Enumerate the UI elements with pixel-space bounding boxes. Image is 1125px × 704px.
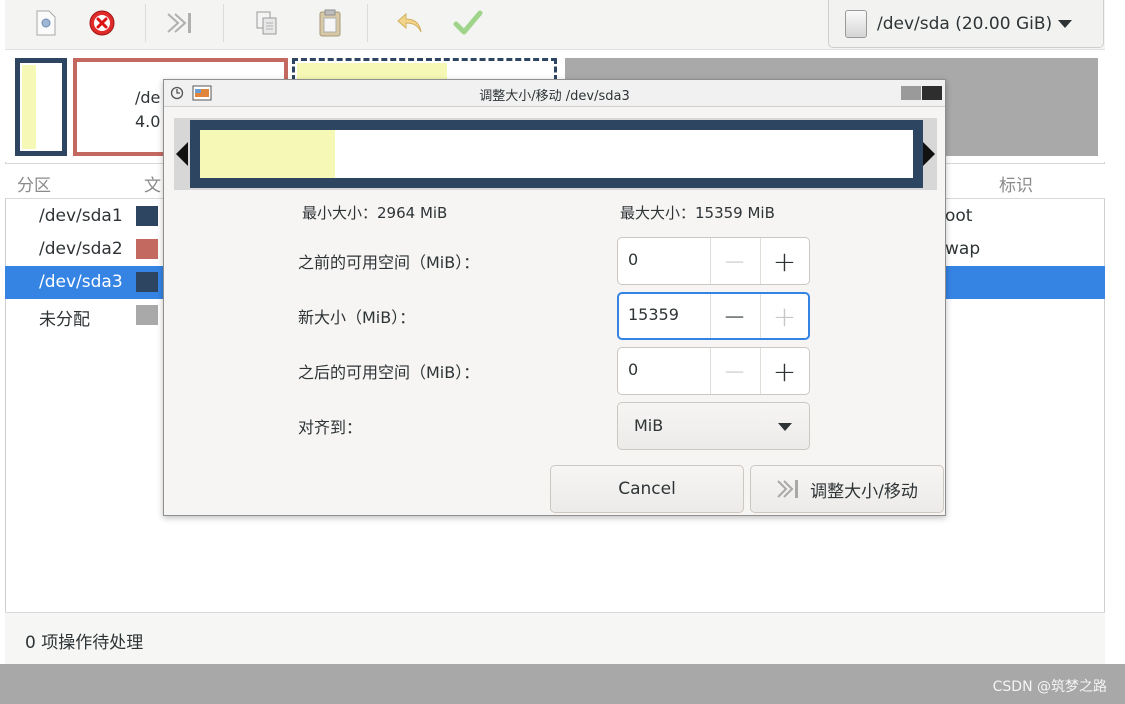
new-size-label: 新大小（MiB）： xyxy=(298,308,416,327)
partition-name: /dev/sda1 xyxy=(39,206,123,226)
partition-name: /dev/sda2 xyxy=(39,239,123,259)
cancel-button[interactable]: Cancel xyxy=(550,465,744,513)
resize-handle-right[interactable] xyxy=(923,142,935,166)
increment-button[interactable]: + xyxy=(760,294,808,338)
increment-button[interactable]: + xyxy=(760,348,808,394)
column-header-partition[interactable]: 分区 xyxy=(17,171,51,196)
paste-button[interactable] xyxy=(313,6,347,40)
partition-color-swatch xyxy=(136,272,158,292)
partition-color-swatch xyxy=(136,239,158,259)
max-size-text: 最大大小：15359 MiB xyxy=(620,204,775,222)
resize-move-icon xyxy=(167,13,191,33)
min-size-text: 最小大小：2964 MiB xyxy=(302,204,448,222)
decrement-button[interactable]: − xyxy=(710,348,758,394)
copy-button[interactable] xyxy=(250,6,284,40)
increment-button[interactable]: + xyxy=(760,238,808,284)
delete-icon xyxy=(89,10,115,36)
resize-partition-inner xyxy=(200,130,913,178)
dialog-titlebar[interactable]: 调整大小/移动 /dev/sda3 xyxy=(164,80,945,107)
resize-move-icon xyxy=(777,480,799,498)
device-selector[interactable]: /dev/sda (20.00 GiB) xyxy=(828,0,1104,48)
partition-name: 未分配 xyxy=(39,310,90,330)
harddisk-icon xyxy=(845,9,867,38)
new-size-value[interactable]: 15359 xyxy=(628,305,679,324)
free-after-value[interactable]: 0 xyxy=(628,360,638,379)
resize-partition-bar[interactable] xyxy=(190,120,923,188)
decrement-button[interactable]: − xyxy=(710,238,758,284)
column-header-filesystem[interactable]: 文 xyxy=(144,171,161,196)
toolbar-separator xyxy=(223,4,224,42)
free-before-value[interactable]: 0 xyxy=(628,250,638,269)
toolbar-separator xyxy=(367,4,368,42)
partition-block-name: /de xyxy=(135,88,161,107)
cancel-button-label: Cancel xyxy=(618,479,676,499)
resize-move-button[interactable] xyxy=(163,6,197,40)
partition-block-sda1[interactable] xyxy=(15,58,67,156)
resize-handle-left[interactable] xyxy=(176,142,188,166)
close-button[interactable] xyxy=(922,86,942,100)
apply-icon xyxy=(453,10,483,35)
copy-icon xyxy=(256,11,277,35)
new-partition-button[interactable] xyxy=(29,6,63,40)
toolbar-separator xyxy=(145,4,146,42)
chevron-down-icon xyxy=(778,423,792,431)
partition-block-size: 4.0 xyxy=(135,112,161,131)
align-select[interactable]: MiB xyxy=(617,402,810,450)
status-bar: 0 项操作待处理 xyxy=(5,612,1105,664)
watermark: CSDN @筑梦之路 xyxy=(992,679,1107,695)
partition-label: oot xyxy=(945,206,973,226)
chevron-down-icon xyxy=(1058,19,1073,28)
delete-button[interactable] xyxy=(85,6,119,40)
decrement-button[interactable]: − xyxy=(710,294,758,338)
partition-label: wap xyxy=(945,239,981,259)
new-document-icon xyxy=(36,10,56,36)
new-size-spinner[interactable]: 15359 − + xyxy=(617,292,810,340)
maximize-button[interactable] xyxy=(901,86,921,100)
free-before-spinner[interactable]: 0 − + xyxy=(617,237,810,285)
resize-move-button-label: 调整大小/移动 xyxy=(810,481,918,502)
free-after-label: 之后的可用空间（MiB）： xyxy=(298,363,480,382)
resize-move-dialog: 调整大小/移动 /dev/sda3 最小大小：2964 MiB 最大大小：153… xyxy=(163,79,946,516)
paste-icon xyxy=(319,9,341,37)
used-space-fill xyxy=(200,130,336,178)
resize-move-confirm-button[interactable]: 调整大小/移动 xyxy=(750,465,944,513)
undo-icon xyxy=(397,12,422,33)
partition-color-swatch xyxy=(136,305,158,325)
column-header-label[interactable]: 标识 xyxy=(999,171,1033,196)
align-label: 对齐到： xyxy=(298,418,363,437)
free-after-spinner[interactable]: 0 − + xyxy=(617,347,810,395)
dialog-title: 调整大小/移动 /dev/sda3 xyxy=(479,89,630,104)
partition-name: /dev/sda3 xyxy=(39,272,123,292)
desktop-background xyxy=(0,664,1125,704)
partition-color-swatch xyxy=(136,206,158,226)
resize-graphic[interactable] xyxy=(174,118,937,190)
align-select-value: MiB xyxy=(634,416,664,435)
device-selector-label: /dev/sda (20.00 GiB) xyxy=(877,13,1053,34)
undo-button[interactable] xyxy=(393,6,427,40)
apply-button[interactable] xyxy=(451,6,485,40)
free-before-label: 之前的可用空间（MiB）： xyxy=(298,253,480,272)
pending-operations-text: 0 项操作待处理 xyxy=(25,633,144,653)
